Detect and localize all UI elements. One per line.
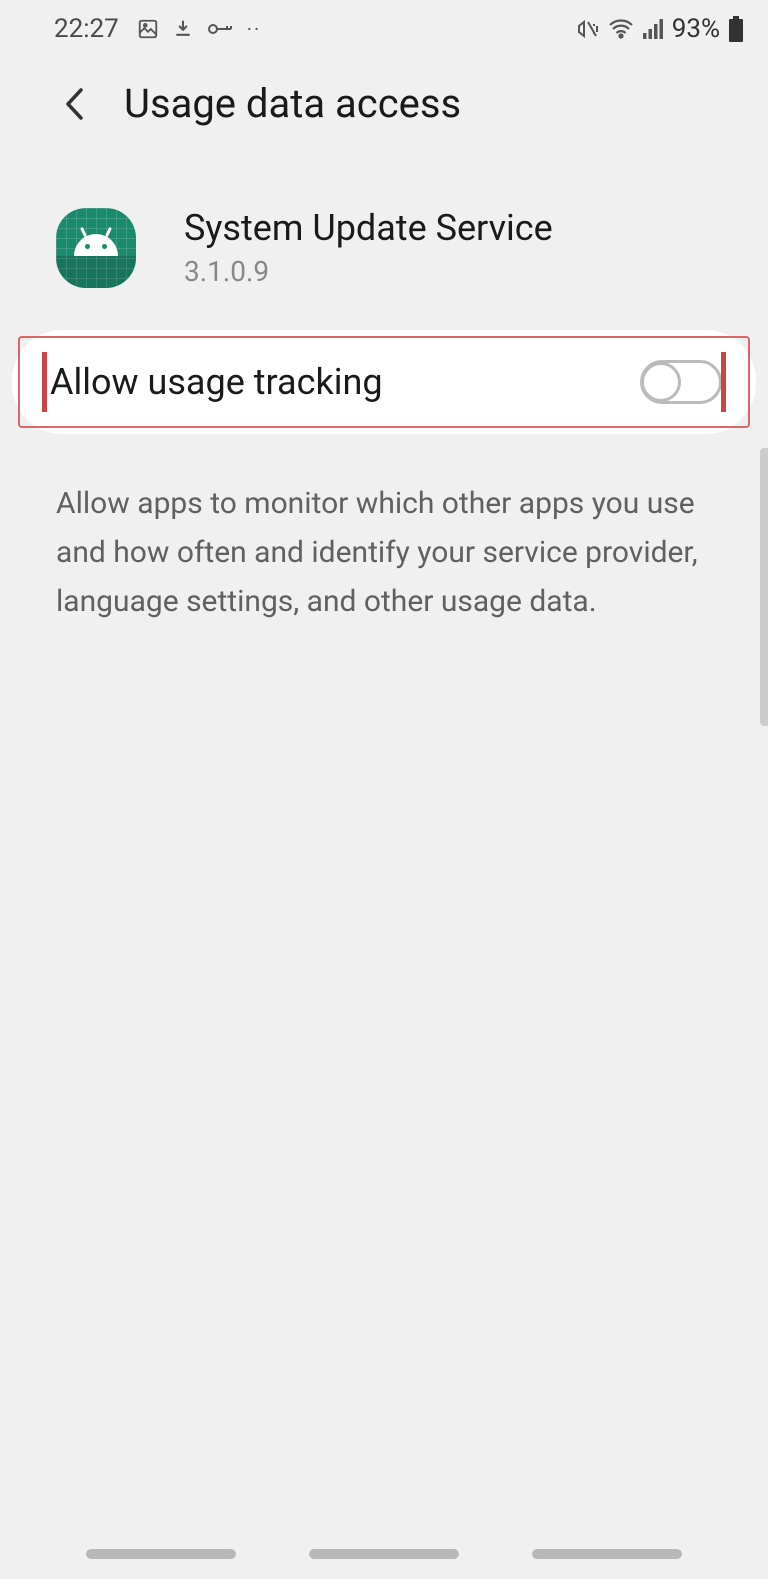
- header: Usage data access: [0, 54, 768, 147]
- app-version: 3.1.0.9: [184, 255, 553, 288]
- image-icon: [137, 18, 159, 40]
- download-icon: [173, 18, 193, 40]
- vpn-key-icon: [207, 21, 233, 37]
- back-button[interactable]: [52, 82, 96, 126]
- status-left: 22:27 ··: [54, 14, 261, 44]
- wifi-icon: [608, 19, 634, 39]
- android-icon: [74, 234, 118, 262]
- more-icon: ··: [247, 17, 261, 41]
- navigation-bar: [0, 1549, 768, 1559]
- app-info-row: System Update Service 3.1.0.9: [0, 147, 768, 318]
- nav-home[interactable]: [309, 1549, 459, 1559]
- scrollbar-thumb[interactable]: [760, 448, 768, 726]
- battery-percentage: 93%: [672, 14, 720, 44]
- app-icon: [56, 208, 136, 288]
- nav-back[interactable]: [532, 1549, 682, 1559]
- switch-thumb: [641, 362, 681, 402]
- page-title: Usage data access: [124, 80, 461, 127]
- status-time: 22:27: [54, 14, 119, 44]
- vibrate-mute-icon: [576, 18, 600, 40]
- battery-icon: [728, 16, 744, 42]
- toggle-card[interactable]: Allow usage tracking: [12, 330, 756, 434]
- chevron-left-icon: [63, 86, 85, 122]
- signal-icon: [642, 19, 664, 39]
- app-name: System Update Service: [184, 207, 553, 249]
- description-text: Allow apps to monitor which other apps y…: [0, 434, 768, 627]
- status-bar: 22:27 ·· 93%: [0, 0, 768, 54]
- toggle-label: Allow usage tracking: [50, 361, 383, 403]
- nav-recents[interactable]: [86, 1549, 236, 1559]
- status-right: 93%: [576, 14, 744, 44]
- toggle-highlight: Allow usage tracking: [18, 336, 750, 428]
- toggle-switch[interactable]: [640, 360, 722, 404]
